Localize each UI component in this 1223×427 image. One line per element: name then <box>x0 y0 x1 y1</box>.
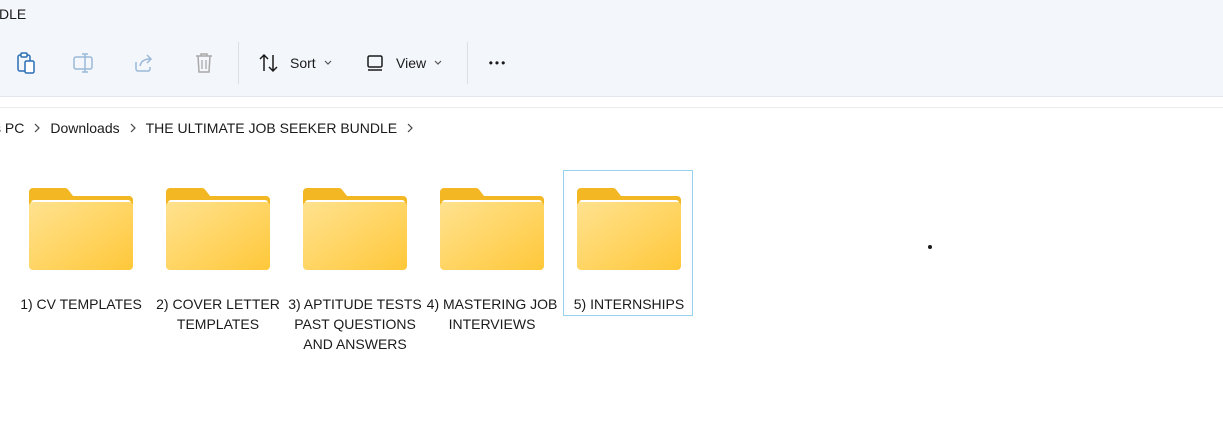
folder-icon <box>301 186 409 272</box>
more-options-button[interactable]: ••• <box>478 46 518 80</box>
toolbar-separator <box>467 42 468 84</box>
delete-button[interactable] <box>186 46 222 80</box>
window-title: DLE <box>0 6 27 22</box>
breadcrumb-item-this-pc[interactable]: s PC <box>0 120 24 136</box>
breadcrumb-item-downloads[interactable]: Downloads <box>50 120 119 136</box>
clipboard-icon <box>16 52 36 74</box>
folder-item[interactable]: 3) APTITUDE TESTS PAST QUESTIONS AND ANS… <box>288 170 422 352</box>
folder-icon <box>164 186 272 272</box>
chevron-down-icon <box>434 60 442 66</box>
rename-icon <box>73 53 95 73</box>
sort-icon <box>258 53 280 73</box>
paste-button[interactable] <box>8 46 44 80</box>
chevron-right-icon[interactable] <box>130 123 136 133</box>
rename-button[interactable] <box>66 46 102 80</box>
view-button[interactable]: View <box>360 46 462 80</box>
folder-icon <box>27 186 135 272</box>
folder-item[interactable]: 2) COVER LETTER TEMPLATES <box>152 170 282 332</box>
file-explorer-window: DLE Sort View ••• PC Downloads THE ULTIM… <box>0 0 1223 427</box>
breadcrumb: s PC Downloads THE ULTIMATE JOB SEEKER B… <box>0 120 423 136</box>
view-icon <box>366 54 386 72</box>
chevron-right-icon[interactable] <box>34 123 41 133</box>
share-button[interactable] <box>126 46 162 80</box>
folder-name: 5) INTERNSHIPS <box>573 296 685 312</box>
mouse-cursor-dot <box>928 245 932 249</box>
folder-icon <box>575 186 683 272</box>
folder-icon <box>438 186 546 272</box>
trash-icon <box>194 52 214 74</box>
folder-item[interactable]: 1) CV TEMPLATES <box>15 170 145 316</box>
share-icon <box>133 53 155 73</box>
file-list: 1) CV TEMPLATES 2) COVER LETTER TEMPLATE… <box>0 151 1223 427</box>
breadcrumb-item-bundle[interactable]: THE ULTIMATE JOB SEEKER BUNDLE <box>146 120 398 136</box>
sort-button[interactable]: Sort <box>252 46 350 80</box>
more-icon: ••• <box>488 56 508 70</box>
sort-label: Sort <box>290 55 316 71</box>
folder-item-selected[interactable]: 5) INTERNSHIPS <box>563 170 693 316</box>
folder-name: 4) MASTERING JOB INTERVIEWS <box>426 296 558 332</box>
title-bar: DLE <box>0 0 1223 32</box>
folder-item[interactable]: 4) MASTERING JOB INTERVIEWS <box>426 170 557 332</box>
folder-name: 2) COVER LETTER TEMPLATES <box>156 296 280 332</box>
view-label: View <box>396 55 427 71</box>
folder-name: 3) APTITUDE TESTS PAST QUESTIONS AND ANS… <box>288 296 422 352</box>
command-bar: Sort View ••• <box>0 32 1223 97</box>
address-bar: s PC Downloads THE ULTIMATE JOB SEEKER B… <box>0 107 1223 152</box>
toolbar-separator <box>238 42 239 84</box>
folder-name: 1) CV TEMPLATES <box>20 296 142 312</box>
chevron-down-icon <box>324 60 332 66</box>
chevron-right-icon[interactable] <box>407 123 413 133</box>
